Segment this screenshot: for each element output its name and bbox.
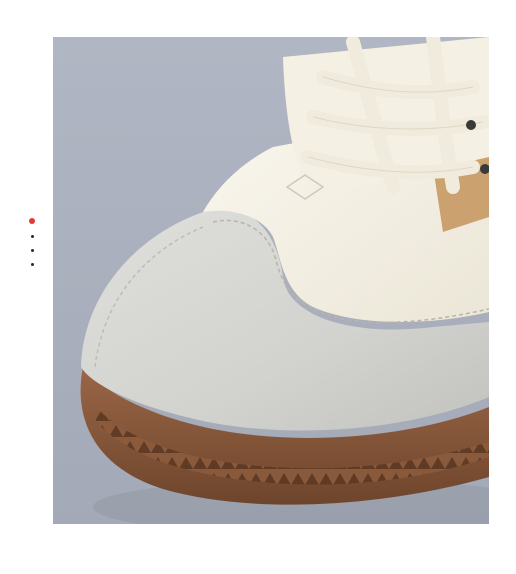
pager-dot-1[interactable]: [29, 218, 35, 224]
pager-dot-2[interactable]: [30, 235, 34, 238]
carousel-pager: [28, 218, 36, 266]
pager-dot-3[interactable]: [30, 249, 34, 252]
product-photo: [53, 37, 489, 524]
sneaker-illustration: [53, 37, 489, 524]
pager-dot-4[interactable]: [30, 263, 34, 266]
